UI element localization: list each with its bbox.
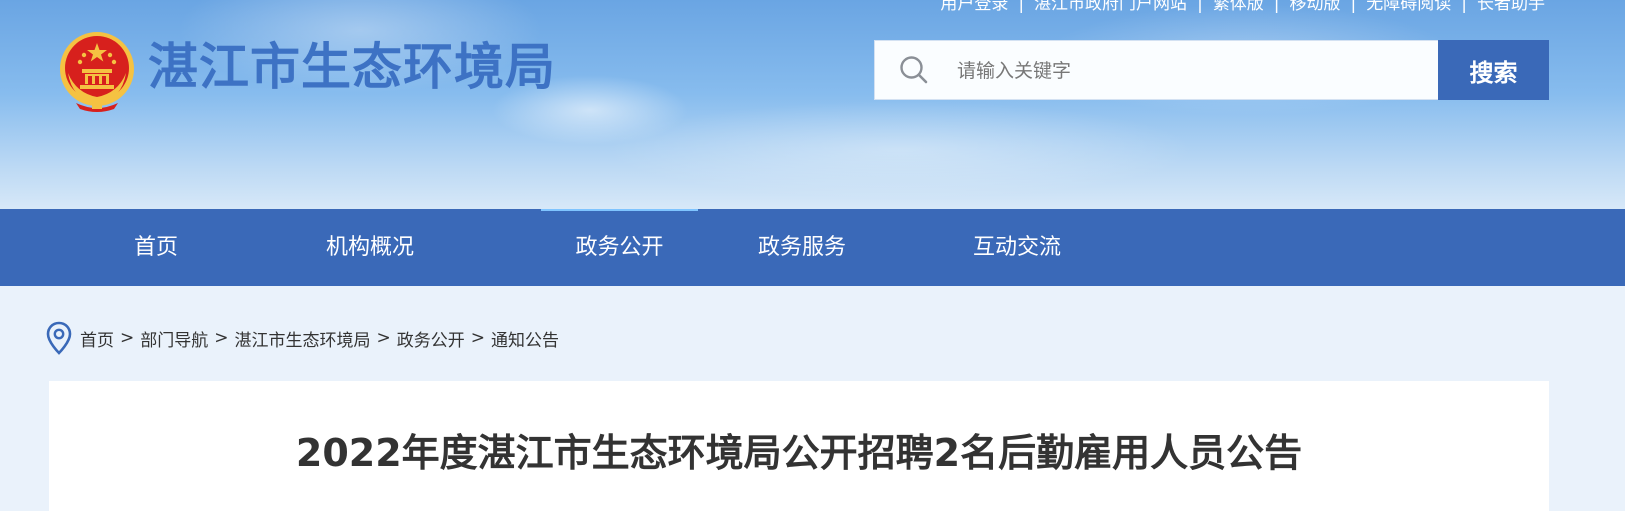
search-input[interactable]	[955, 51, 1429, 91]
search-button[interactable]: 搜索	[1438, 40, 1549, 100]
traditional-chinese-link[interactable]: 繁体版	[1213, 0, 1264, 14]
city-portal-link[interactable]: 湛江市政府门户网站	[1034, 0, 1187, 14]
breadcrumb-notices[interactable]: 通知公告	[491, 326, 559, 351]
national-emblem-icon	[60, 32, 134, 112]
article-card: 2022年度湛江市生态环境局公开招聘2名后勤雇用人员公告	[49, 381, 1549, 511]
breadcrumb-separator: >	[470, 328, 485, 348]
breadcrumb-gov-affairs[interactable]: 政务公开	[397, 326, 465, 351]
nav-item-services[interactable]: 政务服务	[730, 209, 874, 286]
breadcrumb-separator: >	[214, 328, 229, 348]
login-link[interactable]: 用户登录	[940, 0, 1008, 14]
divider: |	[1197, 0, 1203, 14]
divider: |	[1461, 0, 1467, 14]
location-pin-icon	[46, 321, 72, 355]
breadcrumb-dept-nav[interactable]: 部门导航	[140, 326, 208, 351]
breadcrumb-separator: >	[376, 328, 391, 348]
breadcrumb-separator: >	[120, 328, 135, 348]
search-icon	[900, 56, 928, 84]
nav-item-interaction[interactable]: 互动交流	[945, 209, 1089, 286]
divider: |	[1273, 0, 1280, 14]
article-title: 2022年度湛江市生态环境局公开招聘2名后勤雇用人员公告	[295, 431, 1303, 475]
header-banner: 湛江市生态环境局 用户登录 | 湛江市政府门户网站 | 繁体版 | 移动版 | 无障碍阅读 | 长者…	[0, 0, 1625, 209]
breadcrumb: 首页 > 部门导航 > 湛江市生态环境局 > 政务公开 > 通知公告	[46, 320, 559, 356]
breadcrumb-home[interactable]: 首页	[80, 326, 114, 351]
nav-item-home[interactable]: 首页	[84, 209, 228, 286]
accessibility-link[interactable]: 无障碍阅读	[1366, 0, 1451, 14]
breadcrumb-bureau[interactable]: 湛江市生态环境局	[235, 326, 371, 351]
search-box	[874, 40, 1439, 100]
main-nav: 首页 机构概况 政务公开 政务服务 互动交流	[0, 209, 1625, 286]
nav-item-about[interactable]: 机构概况	[298, 209, 442, 286]
top-links: 用户登录 | 湛江市政府门户网站 | 繁体版 | 移动版 | 无障碍阅读 | 长者助手	[940, 0, 1545, 15]
mobile-version-link[interactable]: 移动版	[1290, 0, 1341, 14]
nav-item-gov-affairs[interactable]: 政务公开	[541, 209, 698, 286]
divider: |	[1018, 0, 1025, 14]
divider: |	[1350, 0, 1357, 14]
elderly-assistant-link[interactable]: 长者助手	[1477, 0, 1545, 14]
site-title: 湛江市生态环境局	[148, 38, 556, 96]
